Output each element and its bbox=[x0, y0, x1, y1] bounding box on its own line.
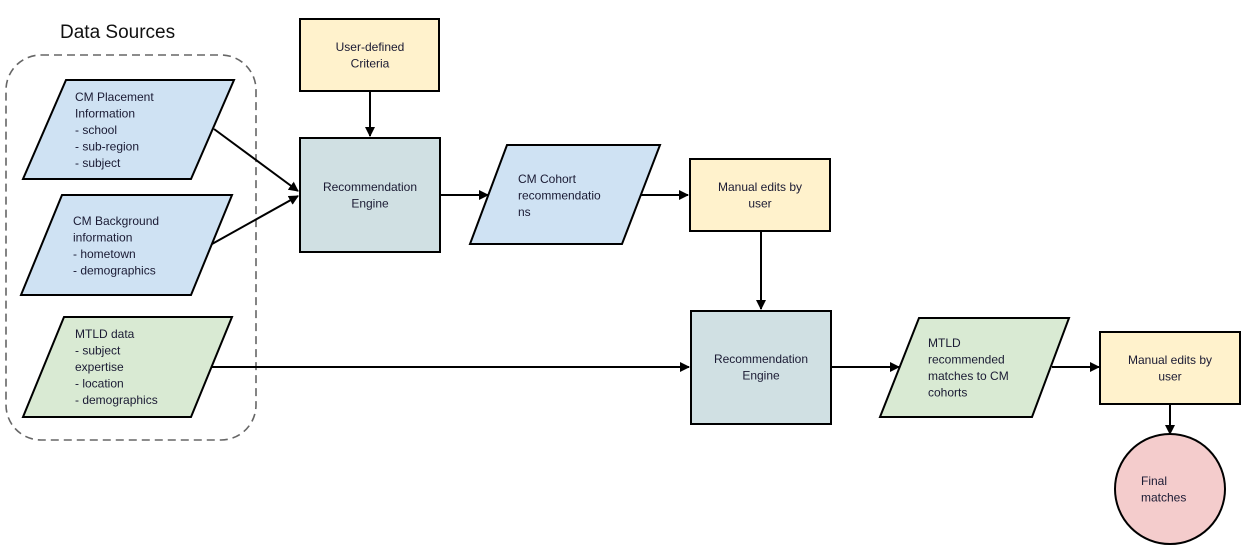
node-label-line: User-defined bbox=[336, 40, 405, 54]
node-cohort-recs[interactable]: CM Cohort recommendatio ns bbox=[468, 144, 662, 245]
node-label-line: - location bbox=[75, 377, 124, 391]
node-manual-edits-2[interactable]: Manual edits by user bbox=[1099, 331, 1241, 405]
node-label-line: Engine bbox=[351, 197, 389, 211]
node-cm-placement[interactable]: CM Placement Information - school - sub-reg… bbox=[21, 79, 236, 180]
data-sources-title: Data Sources bbox=[60, 22, 175, 43]
node-label-line: - demographics bbox=[75, 393, 158, 407]
node-label-line: Engine bbox=[742, 369, 780, 383]
node-label-line: user bbox=[1158, 370, 1181, 384]
node-final-matches[interactable]: Final matches bbox=[1114, 433, 1226, 545]
flowchart: Data Sources CM Placement Information - sc… bbox=[5, 18, 1241, 545]
node-label-line: Final bbox=[1141, 474, 1167, 488]
process-shape bbox=[299, 18, 440, 92]
node-label-line: - subject bbox=[75, 156, 121, 170]
data-shape bbox=[878, 317, 1071, 418]
node-label-line: cohorts bbox=[928, 386, 967, 400]
node-engine2[interactable]: Recommendation Engine bbox=[690, 310, 832, 425]
node-label-line: MTLD data bbox=[75, 327, 135, 341]
process-shape bbox=[299, 137, 441, 253]
node-label-line: MTLD bbox=[928, 336, 961, 350]
node-cm-background[interactable]: CM Background information - hometown - demo… bbox=[19, 194, 234, 296]
node-label-line: recommendatio bbox=[518, 189, 601, 203]
node-engine1[interactable]: Recommendation Engine bbox=[299, 137, 441, 253]
node-label-line: - subject bbox=[75, 344, 121, 358]
node-label-line: CM Cohort bbox=[518, 172, 577, 186]
node-label-line: CM Placement bbox=[75, 90, 154, 104]
node-label-line: matches bbox=[1141, 491, 1186, 505]
node-label-line: Manual edits by bbox=[718, 180, 802, 194]
node-label-line: matches to CM bbox=[928, 369, 1009, 383]
node-label-line: Information bbox=[75, 107, 135, 121]
node-label-line: Recommendation bbox=[714, 352, 808, 366]
node-label-line: Recommendation bbox=[323, 180, 417, 194]
node-mtld-matches[interactable]: MTLD recommended matches to CM cohorts bbox=[878, 317, 1071, 418]
node-mtld-data[interactable]: MTLD data - subject expertise - location - d… bbox=[21, 316, 234, 418]
node-label-line: - demographics bbox=[73, 264, 156, 278]
process-shape bbox=[1099, 331, 1241, 405]
node-user-criteria[interactable]: User-defined Criteria bbox=[299, 18, 440, 92]
node-label-line: information bbox=[73, 231, 132, 245]
node-label-line: - school bbox=[75, 123, 117, 137]
node-label-line: recommended bbox=[928, 353, 1005, 367]
data-shape bbox=[19, 194, 234, 296]
process-shape bbox=[689, 158, 831, 232]
node-label-line: - sub-region bbox=[75, 140, 139, 154]
node-label-line: CM Background bbox=[73, 214, 159, 228]
node-label-line: ns bbox=[518, 205, 531, 219]
node-label-line: - hometown bbox=[73, 247, 136, 261]
node-label-line: expertise bbox=[75, 360, 124, 374]
terminal-shape bbox=[1114, 433, 1226, 545]
node-manual-edits-1[interactable]: Manual edits by user bbox=[689, 158, 831, 232]
node-label-line: Criteria bbox=[351, 57, 390, 71]
node-label-line: user bbox=[748, 197, 771, 211]
process-shape bbox=[690, 310, 832, 425]
node-label-line: Manual edits by bbox=[1128, 353, 1212, 367]
